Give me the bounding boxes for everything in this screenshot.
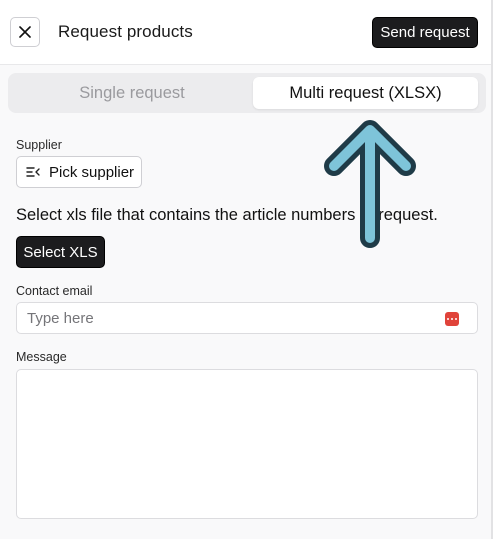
password-manager-icon[interactable]: [445, 312, 459, 326]
page-title: Request products: [58, 22, 193, 41]
contact-email-field: [16, 302, 478, 334]
panel-header: Request products Send request: [0, 0, 491, 65]
message-textarea[interactable]: [16, 369, 478, 519]
pick-supplier-label: Pick supplier: [49, 163, 135, 181]
up-arrow-annotation-icon: [324, 120, 416, 248]
contact-email-input[interactable]: [17, 303, 437, 333]
message-label: Message: [16, 350, 67, 364]
tab-single-request[interactable]: Single request: [12, 77, 252, 109]
supplier-label: Supplier: [16, 138, 62, 152]
list-pick-icon: [26, 167, 40, 177]
close-icon: [19, 26, 31, 38]
request-mode-tabs: Single request Multi request (XLSX): [8, 73, 486, 113]
pick-supplier-button[interactable]: Pick supplier: [16, 156, 142, 188]
tab-multi-request[interactable]: Multi request (XLSX): [253, 77, 478, 109]
close-button[interactable]: [10, 17, 40, 47]
select-xls-button[interactable]: Select XLS: [16, 236, 105, 268]
contact-email-label: Contact email: [16, 284, 93, 298]
request-products-panel: Request products Send request Single req…: [0, 0, 493, 539]
send-request-button[interactable]: Send request: [372, 17, 478, 48]
